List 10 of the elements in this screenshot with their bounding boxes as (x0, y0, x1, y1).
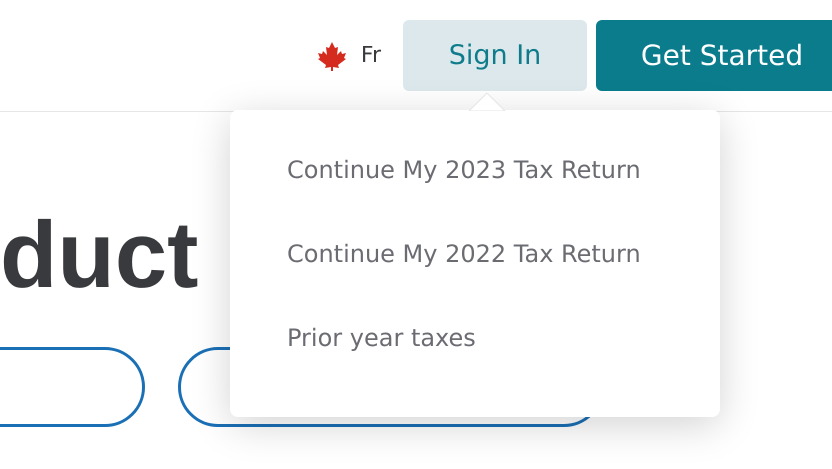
menu-item[interactable]: Prior year taxes (287, 320, 476, 356)
menu-item[interactable]: Continue My 2022 Tax Return (287, 236, 641, 272)
language-link[interactable]: Fr (316, 20, 381, 91)
outline-button[interactable] (0, 347, 145, 427)
get-started-button[interactable]: Get Started (596, 20, 832, 91)
hero-heading: duct (0, 208, 198, 302)
menu-item[interactable]: Continue My 2023 Tax Return (287, 152, 641, 188)
maple-leaf-icon (316, 40, 347, 70)
sign-in-button[interactable]: Sign In (403, 20, 587, 91)
language-label: Fr (360, 43, 381, 68)
